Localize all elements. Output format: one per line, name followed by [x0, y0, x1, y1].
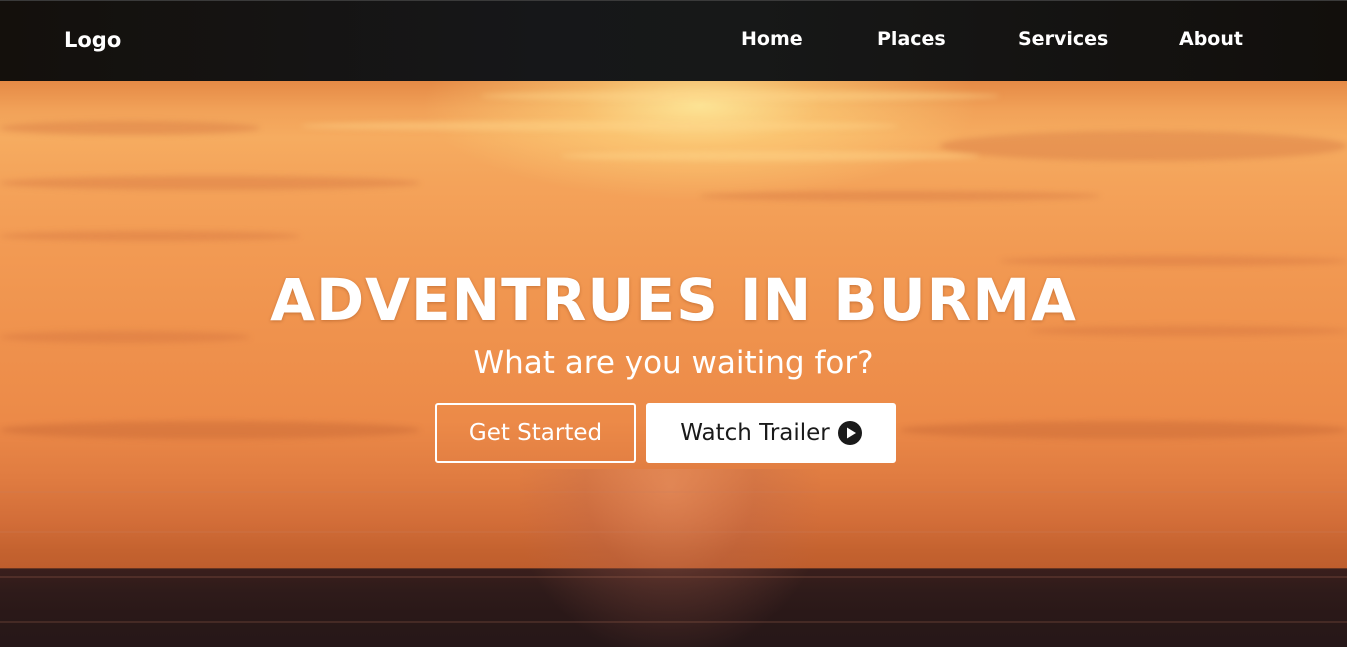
play-circle-icon — [837, 421, 862, 445]
get-started-button[interactable]: Get Started — [435, 403, 636, 463]
navbar: Logo Home Places Services About — [0, 0, 1347, 81]
get-started-label: Get Started — [468, 420, 603, 446]
hero-content: ADVENTRUES IN BURMA What are you waiting… — [0, 81, 1347, 647]
watch-trailer-label: Watch Trailer — [680, 420, 830, 446]
hero-subtitle: What are you waiting for? — [473, 345, 874, 381]
nav-links: Home Places Services About — [0, 28, 1347, 58]
nav-link-about[interactable]: About — [1179, 28, 1243, 50]
watch-trailer-button[interactable]: Watch Trailer — [646, 403, 896, 463]
page: Logo Home Places Services About ADVENTRU… — [0, 0, 1347, 647]
nav-link-services[interactable]: Services — [1018, 28, 1108, 50]
hero-title: ADVENTRUES IN BURMA — [270, 266, 1077, 334]
nav-link-home[interactable]: Home — [741, 28, 803, 50]
nav-link-places[interactable]: Places — [877, 28, 946, 50]
